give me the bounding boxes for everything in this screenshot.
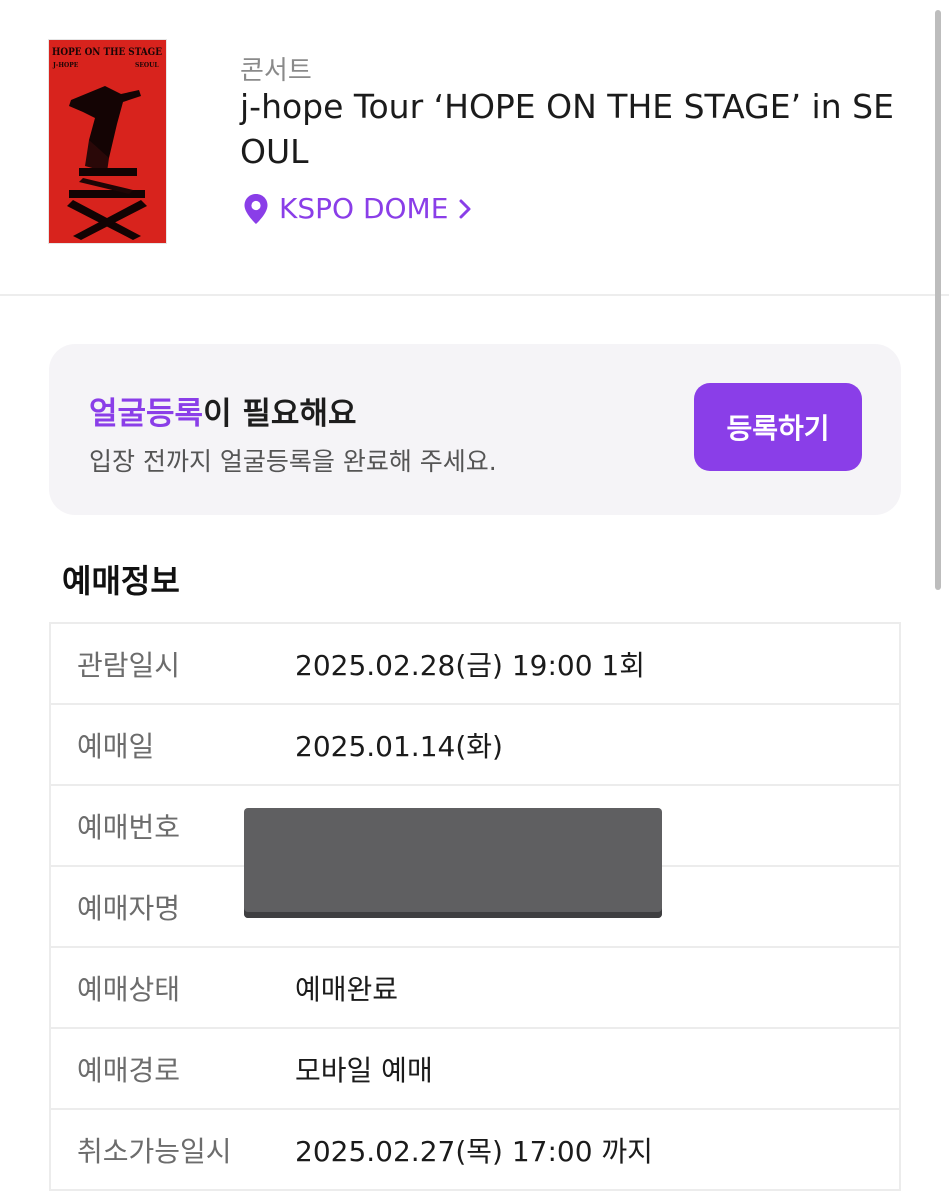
table-row: 예매경로 모바일 예매 <box>49 1027 901 1110</box>
chevron-right-icon <box>458 198 472 220</box>
row-label: 예매일 <box>49 703 295 786</box>
event-poster: HOPE ON THE STAGE J-HOPE SEOUL <box>49 40 166 243</box>
poster-artist: J-HOPE <box>52 62 79 69</box>
row-label: 관람일시 <box>49 622 295 705</box>
venue-link[interactable]: KSPO DOME <box>243 192 472 225</box>
banner-heading-accent: 얼굴등록 <box>89 396 204 432</box>
row-label: 예매상태 <box>49 946 295 1029</box>
scrollbar[interactable] <box>935 10 941 590</box>
row-label: 취소가능일시 <box>49 1108 295 1191</box>
face-registration-banner: 얼굴등록이 필요해요 입장 전까지 얼굴등록을 완료해 주세요. 등록하기 <box>49 344 901 515</box>
header-divider <box>0 294 949 296</box>
table-row: 예매상태 예매완료 <box>49 946 901 1029</box>
row-value: 2025.02.28(금) 19:00 1회 <box>295 622 901 705</box>
banner-subtext: 입장 전까지 얼굴등록을 완료해 주세요. <box>89 447 497 476</box>
row-label: 예매경로 <box>49 1027 295 1110</box>
event-category: 콘서트 <box>240 56 312 86</box>
booking-info-title: 예매정보 <box>62 562 180 600</box>
event-title: j-hope Tour ‘HOPE ON THE STAGE’ in SEOUL <box>240 87 894 171</box>
banner-heading-rest: 이 필요해요 <box>203 396 357 432</box>
table-row: 관람일시 2025.02.28(금) 19:00 1회 <box>49 622 901 705</box>
banner-heading: 얼굴등록이 필요해요 <box>89 388 357 433</box>
venue-name: KSPO DOME <box>279 192 449 225</box>
row-value: 2025.01.14(화) <box>295 703 901 786</box>
table-row: 취소가능일시 2025.02.27(목) 17:00 까지 <box>49 1108 901 1191</box>
row-value: 예매완료 <box>295 946 901 1029</box>
poster-title: HOPE ON THE STAGE <box>52 46 162 58</box>
row-value: 모바일 예매 <box>295 1027 901 1110</box>
map-pin-icon <box>243 193 269 225</box>
row-value: 2025.02.27(목) 17:00 까지 <box>295 1108 901 1191</box>
register-face-button[interactable]: 등록하기 <box>694 383 862 471</box>
poster-city: SEOUL <box>135 62 159 69</box>
table-row: 예매일 2025.01.14(화) <box>49 703 901 786</box>
redaction-block <box>244 808 662 918</box>
